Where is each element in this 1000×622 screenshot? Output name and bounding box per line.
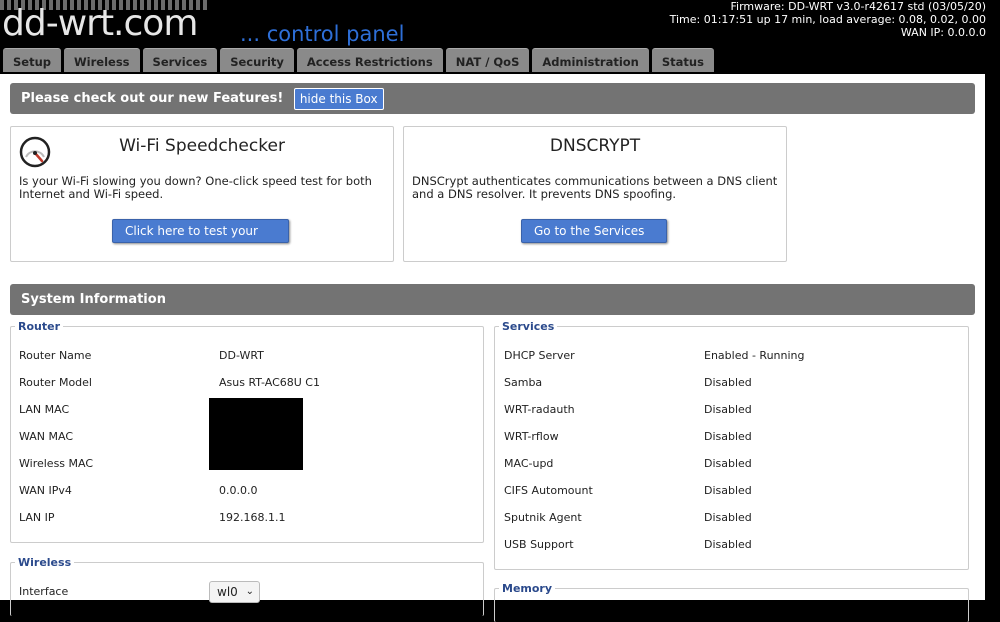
wifi-card-desc: Is your Wi-Fi slowing you down? One-clic… (19, 174, 372, 201)
row-value: Disabled (704, 484, 752, 497)
router-status: Firmware: DD-WRT v3.0-r42617 std (03/05/… (670, 0, 986, 39)
main-content: Please check out our new Features! hide … (0, 74, 985, 622)
test-speed-button[interactable]: Click here to test your speed (112, 219, 289, 261)
wifi-card-title: Wi-Fi Speedchecker (119, 136, 285, 156)
row-value: Disabled (704, 430, 752, 443)
header: dd-wrt.com ... control panel Firmware: D… (0, 0, 1000, 74)
row-label: Router Name (19, 349, 92, 362)
row-value: Disabled (704, 538, 752, 551)
row-label: Interface (19, 585, 69, 598)
wifi-speedcheck-card: Wi-Fi Speedchecker Is your Wi-Fi slowing… (10, 126, 394, 262)
wireless-legend: Wireless (18, 556, 72, 569)
features-title: Please check out our new Features! (21, 91, 284, 106)
logo-subtitle: ... control panel (240, 22, 405, 46)
row-label: Sputnik Agent (504, 511, 582, 524)
features-banner: Please check out our new Features! hide … (10, 83, 975, 114)
row-value: Disabled (704, 376, 752, 389)
row-label: CIFS Automount (504, 484, 593, 497)
logo: dd-wrt.com ... control panel (0, 0, 460, 46)
services-legend: Services (502, 320, 555, 333)
page-scrollbar[interactable] (985, 74, 1000, 600)
time-text: Time: 01:17:51 up 17 min, load average: … (669, 13, 986, 26)
redacted-mac-addresses (209, 398, 303, 470)
row-value: Disabled (704, 403, 752, 416)
tab-setup[interactable]: Setup (3, 48, 61, 72)
row-label: Wireless MAC (19, 457, 94, 470)
tab-status[interactable]: Status (651, 48, 714, 72)
row-label: LAN IP (19, 511, 55, 524)
dns-card-title: DNSCRYPT (549, 136, 641, 156)
tab-nat-qos[interactable]: NAT / QoS (445, 48, 530, 72)
row-label: WRT-radauth (504, 403, 575, 416)
tab-wireless[interactable]: Wireless (64, 48, 140, 72)
tab-services[interactable]: Services (142, 48, 218, 72)
row-label: DHCP Server (504, 349, 575, 362)
memory-group: Memory (494, 582, 969, 622)
tab-administration[interactable]: Administration (532, 48, 649, 72)
dnscrypt-card: DNSCRYPT DNSCrypt authenticates communic… (403, 126, 787, 262)
row-label: USB Support (504, 538, 574, 551)
chevron-down-icon: ⌄ (245, 586, 254, 597)
row-label: Router Model (19, 376, 92, 389)
row-label: WAN IPv4 (19, 484, 72, 497)
row-value: Disabled (704, 457, 752, 470)
row-value: Asus RT-AC68U C1 (219, 376, 320, 389)
row-label: Samba (504, 376, 543, 389)
row-value: 0.0.0.0 (219, 484, 258, 497)
row-label: LAN MAC (19, 403, 70, 416)
tab-access-restrictions[interactable]: Access Restrictions (296, 48, 443, 72)
row-label: WAN MAC (19, 430, 74, 443)
services-tab-button[interactable]: Go to the Services Tab (521, 219, 667, 261)
hide-box-button[interactable]: hide this Box (293, 87, 384, 110)
firmware-text: Firmware: DD-WRT v3.0-r42617 std (03/05/… (730, 0, 986, 13)
interface-select-value: wl0 (217, 585, 238, 599)
row-value: 192.168.1.1 (219, 511, 286, 524)
main-tabs: Setup Wireless Services Security Access … (3, 48, 717, 74)
row-value: Disabled (704, 511, 752, 524)
wan-ip-text: WAN IP: 0.0.0.0 (900, 26, 986, 39)
system-information-header: System Information (10, 284, 975, 315)
memory-legend: Memory (502, 582, 553, 595)
dns-card-desc: DNSCrypt authenticates communications be… (412, 174, 778, 201)
logo-text: dd-wrt.com (2, 3, 198, 44)
row-label: MAC-upd (504, 457, 554, 470)
tab-security[interactable]: Security (220, 48, 294, 72)
row-label: WRT-rflow (504, 430, 559, 443)
row-value: Enabled - Running (704, 349, 805, 362)
router-legend: Router (18, 320, 61, 333)
row-value: DD-WRT (219, 349, 264, 362)
